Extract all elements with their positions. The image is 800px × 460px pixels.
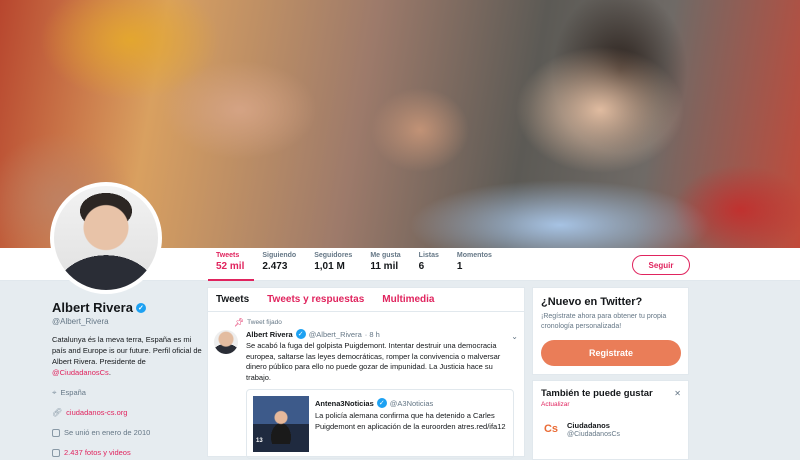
- website-link[interactable]: ciudadanos-cs.org: [66, 408, 127, 417]
- suggested-account-handle: @CiudadanosCs: [567, 430, 621, 438]
- stat-label: Listas: [418, 252, 439, 259]
- bio-end: .: [108, 368, 111, 377]
- stat-label: Me gusta: [370, 252, 401, 259]
- stat-label: Momentos: [456, 252, 492, 259]
- stat-value: 11 mil: [370, 261, 399, 272]
- tab-tweets-replies[interactable]: Tweets y respuestas: [267, 294, 364, 305]
- profile-location: ⌖ España: [52, 387, 202, 398]
- quoted-author-name: Antena3Noticias: [315, 398, 374, 408]
- suggested-account-info: Ciudadanos @CiudadanosCs: [567, 421, 620, 438]
- stat-label: Tweets: [216, 252, 240, 259]
- stat-label: Seguidores: [314, 252, 353, 259]
- joined-text: Se unió en enero de 2010: [64, 428, 151, 437]
- stat-value: 2.473: [262, 261, 288, 272]
- timeline: Tweets Tweets y respuestas Multimedia 📌︎…: [207, 287, 525, 459]
- stat-label: Siguiendo: [262, 252, 297, 259]
- news-anchor-figure: [271, 410, 291, 444]
- pinned-label: Tweet fijado: [247, 319, 282, 326]
- tweet-author-name[interactable]: Albert Rivera: [246, 330, 293, 339]
- signup-title: ¿Nuevo en Twitter?: [541, 296, 643, 308]
- pinned-tweet[interactable]: 📌︎ Tweet fijado ⌄ Albert Rivera ✓ @Alber…: [208, 312, 524, 459]
- tab-media[interactable]: Multimedia: [382, 294, 434, 305]
- calendar-icon: [52, 428, 60, 437]
- pinned-label-row: 📌︎ Tweet fijado: [234, 318, 514, 327]
- quoted-tweet[interactable]: 13 Antena3Noticias ✓ @A3Noticias La poli…: [246, 389, 514, 459]
- follow-button[interactable]: Seguir: [632, 255, 690, 275]
- bio-mention-link[interactable]: @CiudadanosCs: [52, 368, 109, 377]
- tab-tweets[interactable]: Tweets: [216, 294, 249, 305]
- quoted-author-handle: @A3Noticias: [389, 398, 434, 408]
- suggested-account-name[interactable]: Ciudadanos: [567, 421, 620, 430]
- bio-text: Catalunya és la meva terra, España es mi…: [52, 335, 202, 366]
- profile-name[interactable]: Albert Rivera: [52, 300, 133, 315]
- verified-icon: ✓: [135, 302, 146, 313]
- stat-value: 52 mil: [216, 261, 245, 272]
- stat-value: 1,01 M: [314, 261, 345, 272]
- stat-value: 6: [418, 261, 425, 272]
- stat-likes[interactable]: Me gusta 11 mil: [362, 252, 410, 281]
- profile-avatar[interactable]: [50, 182, 162, 294]
- tweet-time[interactable]: · 8 h: [365, 330, 380, 339]
- profile-stats: Tweets 52 mil Siguiendo 2.473 Seguidores…: [208, 252, 502, 281]
- link-icon: 🔗︎: [52, 408, 63, 417]
- stat-following[interactable]: Siguiendo 2.473: [254, 252, 306, 281]
- stat-value: 1: [456, 261, 463, 272]
- suggestions-title: También te puede gustar: [541, 388, 653, 399]
- tweet-text: Se acabó la fuga del golpista Puigdemont…: [246, 341, 501, 382]
- verified-icon: ✓: [295, 329, 306, 339]
- quoted-tweet-body: Antena3Noticias ✓ @A3Noticias La policía…: [315, 398, 507, 432]
- refresh-link[interactable]: Actualizar: [541, 401, 680, 408]
- media-link[interactable]: 2.437 fotos y videos: [64, 448, 131, 457]
- tweet-header: Albert Rivera ✓ @Albert_Rivera · 8 h: [246, 329, 514, 339]
- stat-lists[interactable]: Listas 6: [411, 252, 449, 281]
- profile-name-row: Albert Rivera ✓: [52, 300, 202, 315]
- suggestions-card: También te puede gustar Actualizar ✕ Cs …: [532, 380, 689, 460]
- location-text: España: [60, 388, 86, 397]
- quoted-tweet-text: La policía alemana confirma que ha deten…: [315, 411, 506, 431]
- timeline-tabs: Tweets Tweets y respuestas Multimedia: [208, 288, 524, 312]
- tweet-avatar[interactable]: [214, 330, 238, 354]
- profile-bio: Catalunya és la meva terra, España es mi…: [52, 334, 202, 378]
- verified-icon: ✓: [376, 398, 387, 408]
- pin-icon: 📌︎: [234, 318, 245, 327]
- quoted-tweet-header: Antena3Noticias ✓ @A3Noticias: [315, 398, 507, 408]
- profile-card: Albert Rivera ✓ @Albert_Rivera Catalunya…: [52, 300, 202, 458]
- signup-card: ¿Nuevo en Twitter? ¡Regístrate ahora par…: [532, 287, 689, 375]
- signup-text: ¡Regístrate ahora para obtener tu propia…: [541, 313, 667, 330]
- stat-tweets[interactable]: Tweets 52 mil: [208, 252, 255, 281]
- stat-followers[interactable]: Seguidores 1,01 M: [306, 252, 362, 281]
- profile-website[interactable]: 🔗︎ ciudadanos-cs.org: [52, 407, 202, 418]
- profile-media[interactable]: 2.437 fotos y videos: [52, 447, 202, 458]
- suggested-account[interactable]: Cs Ciudadanos @CiudadanosCs: [541, 419, 620, 439]
- tweet-author-handle[interactable]: @Albert_Rivera: [309, 330, 362, 339]
- close-icon[interactable]: ✕: [674, 389, 681, 398]
- location-icon: ⌖: [52, 387, 57, 397]
- ciudadanos-logo: Cs: [541, 419, 561, 439]
- channel-bug: 13: [256, 438, 263, 444]
- stat-moments[interactable]: Momentos 1: [449, 252, 502, 281]
- chevron-down-icon[interactable]: ⌄: [511, 332, 518, 341]
- profile-joined: Se unió en enero de 2010: [52, 427, 202, 438]
- quoted-tweet-image: 13: [253, 396, 309, 452]
- profile-handle[interactable]: @Albert_Rivera: [52, 317, 202, 326]
- signup-button[interactable]: Registrate: [541, 340, 681, 366]
